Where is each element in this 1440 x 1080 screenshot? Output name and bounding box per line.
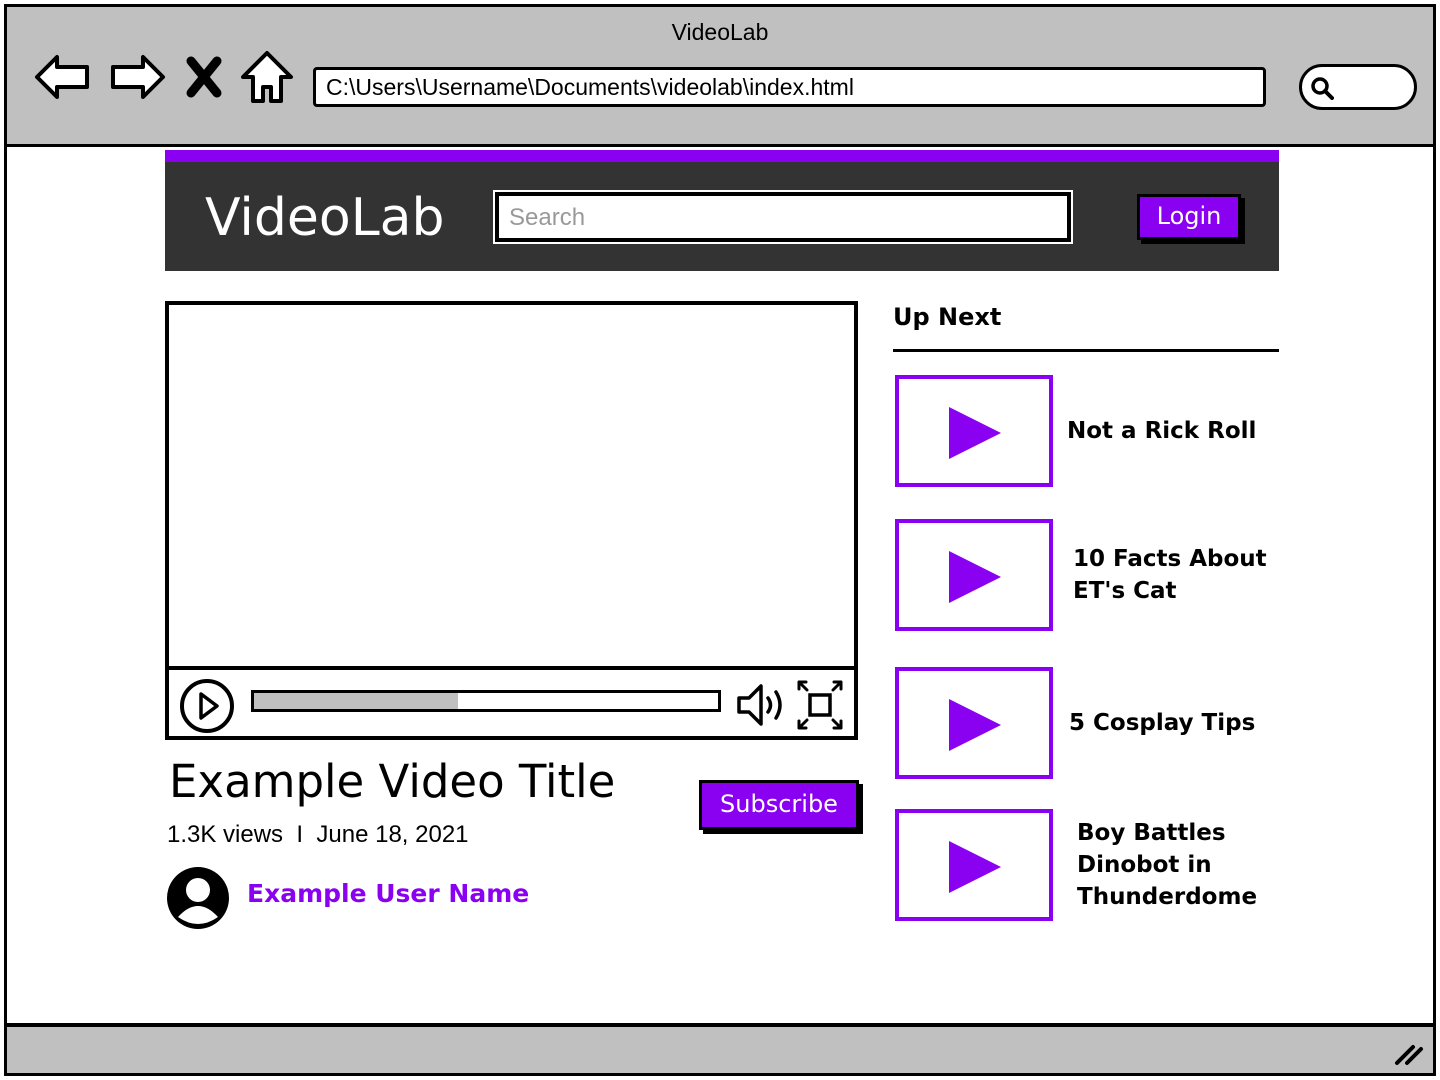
up-next-item[interactable]: 5 Cosplay Tips bbox=[895, 667, 1279, 779]
player-controls bbox=[169, 666, 854, 736]
video-thumbnail[interactable] bbox=[895, 375, 1053, 487]
home-icon[interactable] bbox=[237, 47, 297, 107]
progress-fill bbox=[254, 693, 459, 709]
browser-window: VideoLab C:\Users\Username\Documents\vid… bbox=[4, 4, 1436, 1076]
window-title: VideoLab bbox=[671, 19, 769, 45]
forward-arrow-icon[interactable] bbox=[107, 47, 167, 107]
stop-icon[interactable] bbox=[181, 47, 227, 107]
play-icon bbox=[949, 841, 1001, 893]
video-thumbnail[interactable] bbox=[895, 667, 1053, 779]
video-title: Example Video Title bbox=[169, 755, 616, 808]
up-next-item-title[interactable]: 5 Cosplay Tips bbox=[1069, 667, 1283, 779]
address-bar[interactable]: C:\Users\Username\Documents\videolab\ind… bbox=[313, 67, 1266, 107]
video-player[interactable] bbox=[165, 301, 858, 740]
volume-icon[interactable] bbox=[735, 680, 789, 730]
user-avatar-icon[interactable] bbox=[165, 865, 231, 931]
browser-search-field[interactable] bbox=[1299, 64, 1417, 110]
back-arrow-icon[interactable] bbox=[33, 47, 93, 107]
progress-bar[interactable] bbox=[251, 690, 721, 712]
fullscreen-icon[interactable] bbox=[795, 678, 845, 732]
up-next-item-title[interactable]: 10 Facts About ET's Cat bbox=[1073, 519, 1287, 631]
search-icon bbox=[1311, 77, 1334, 100]
channel-user-name[interactable]: Example User Name bbox=[247, 879, 529, 908]
browser-titlebar: VideoLab C:\Users\Username\Documents\vid… bbox=[7, 7, 1433, 147]
play-icon bbox=[949, 551, 1001, 603]
up-next-item[interactable]: Boy Battles Dinobot in Thunderdome bbox=[895, 809, 1279, 921]
video-thumbnail[interactable] bbox=[895, 809, 1053, 921]
site-logo[interactable]: VideoLab bbox=[205, 188, 445, 248]
up-next-divider bbox=[893, 349, 1279, 352]
play-icon bbox=[949, 699, 1001, 751]
site-search-input[interactable]: Search bbox=[493, 190, 1073, 244]
login-button[interactable]: Login bbox=[1137, 194, 1241, 240]
resize-grip-icon[interactable] bbox=[1393, 1039, 1425, 1067]
site-header: VideoLab Search Login bbox=[165, 150, 1279, 271]
subscribe-button[interactable]: Subscribe bbox=[699, 780, 859, 830]
up-next-item[interactable]: 10 Facts About ET's Cat bbox=[895, 519, 1279, 631]
play-icon bbox=[949, 407, 1001, 459]
video-thumbnail[interactable] bbox=[895, 519, 1053, 631]
play-icon[interactable] bbox=[179, 678, 235, 734]
browser-statusbar bbox=[7, 1023, 1433, 1073]
up-next-item[interactable]: Not a Rick Roll bbox=[895, 375, 1279, 487]
up-next-item-title[interactable]: Boy Battles Dinobot in Thunderdome bbox=[1077, 809, 1291, 921]
up-next-heading: Up Next bbox=[893, 303, 1002, 331]
up-next-item-title[interactable]: Not a Rick Roll bbox=[1067, 375, 1281, 487]
video-meta: 1.3K views I June 18, 2021 bbox=[167, 821, 469, 848]
